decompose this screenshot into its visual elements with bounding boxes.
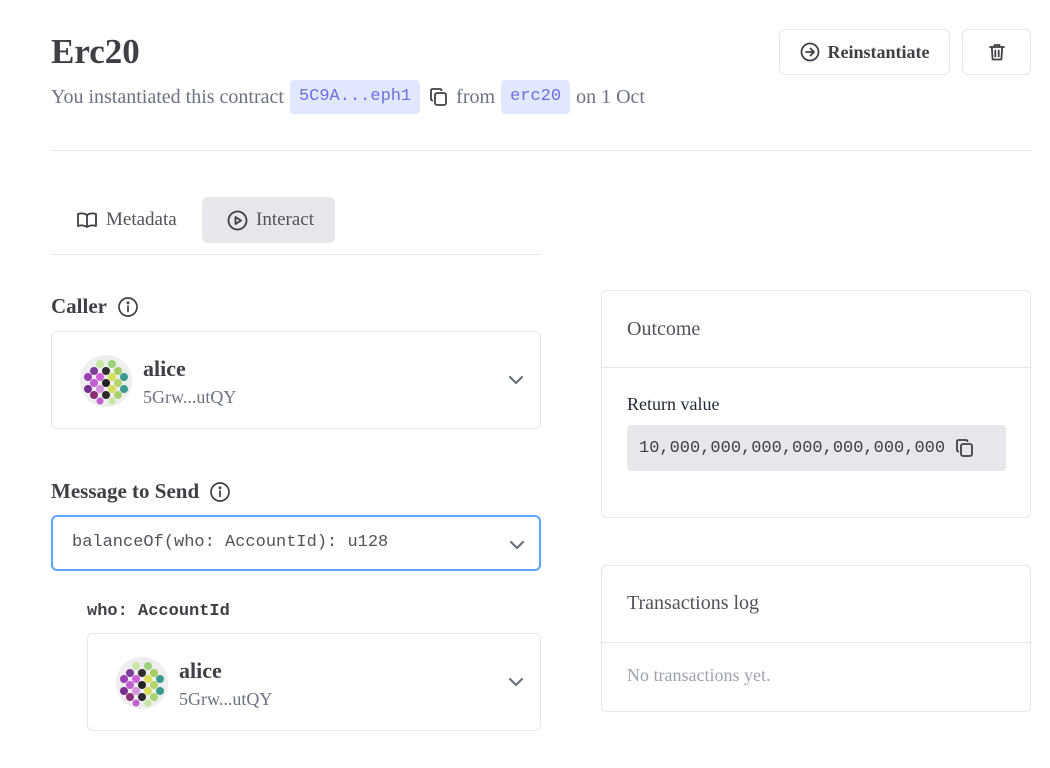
code-hash-chip[interactable]: erc20 <box>501 80 571 114</box>
tabs-underline <box>51 254 541 255</box>
caller-account-select[interactable]: alice 5Grw...utQY <box>51 331 541 429</box>
transactions-title: Transactions log <box>627 592 760 614</box>
chevron-down-icon <box>507 373 525 391</box>
transactions-empty-text: No transactions yet. <box>627 665 771 685</box>
tab-metadata[interactable]: Metadata <box>52 197 201 243</box>
message-label: Message to Send <box>51 479 231 504</box>
argument-account-address: 5Grw...utQY <box>179 689 273 709</box>
subtitle-prefix: You instantiated this contract <box>51 85 284 108</box>
avatar <box>116 657 168 709</box>
return-value: 10,000,000,000,000,000,000,000 <box>639 438 946 458</box>
message-selected-value: balanceOf(who: AccountId): u128 <box>72 533 389 552</box>
copy-icon[interactable] <box>955 438 975 458</box>
return-value-box: 10,000,000,000,000,000,000,000 <box>627 425 1006 471</box>
tab-interact-label: Interact <box>256 209 315 230</box>
outcome-title: Outcome <box>627 318 701 340</box>
copy-icon[interactable] <box>429 87 449 107</box>
contract-address-chip[interactable]: 5C9A...eph1 <box>289 80 421 114</box>
contract-subtitle: You instantiated this contract 5C9A...ep… <box>51 80 645 114</box>
return-value-label: Return value <box>627 394 720 414</box>
outcome-divider <box>602 367 1030 368</box>
transactions-card: Transactions log <box>601 565 1031 712</box>
subtitle-date: on 1 Oct <box>576 85 645 108</box>
header-divider <box>51 150 1031 151</box>
play-circle-icon <box>227 210 248 231</box>
transactions-divider <box>602 642 1030 643</box>
arrow-right-circle-icon <box>800 42 820 62</box>
caller-account-address: 5Grw...utQY <box>143 387 237 407</box>
tab-metadata-label: Metadata <box>106 209 177 230</box>
reinstantiate-button[interactable]: Reinstantiate <box>779 29 950 75</box>
caller-account-name: alice <box>143 356 186 381</box>
message-select[interactable]: balanceOf(who: AccountId): u128 <box>51 515 541 571</box>
argument-account-select[interactable]: alice 5Grw...utQY <box>87 633 541 731</box>
caller-label-text: Caller <box>51 294 107 318</box>
book-icon <box>76 210 98 230</box>
subtitle-from: from <box>456 85 496 108</box>
chevron-down-icon <box>508 538 526 556</box>
message-label-text: Message to Send <box>51 479 200 503</box>
avatar <box>80 355 132 407</box>
argument-label: who: AccountId <box>87 602 230 621</box>
chevron-down-icon <box>507 675 525 693</box>
delete-button[interactable] <box>962 29 1031 75</box>
reinstantiate-label: Reinstantiate <box>827 41 930 62</box>
tab-interact[interactable]: Interact <box>202 197 335 243</box>
argument-account-name: alice <box>179 658 222 683</box>
trash-icon <box>987 42 1007 62</box>
info-icon[interactable] <box>209 481 231 503</box>
info-icon[interactable] <box>117 296 139 318</box>
caller-label: Caller <box>51 294 139 319</box>
page-title: Erc20 <box>51 32 140 71</box>
